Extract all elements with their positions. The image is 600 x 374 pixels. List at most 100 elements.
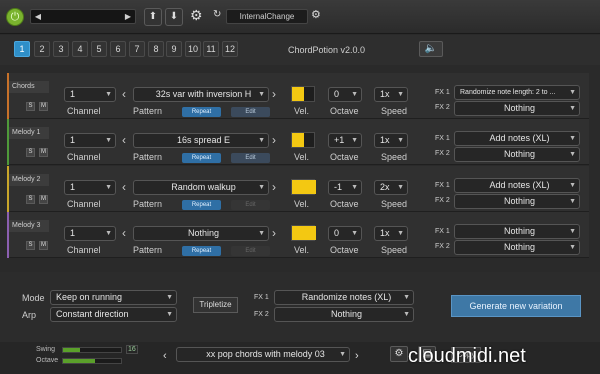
bank-button-10[interactable]: 10 xyxy=(185,41,201,57)
edit-button[interactable]: Edit xyxy=(231,153,270,163)
bank-button-8[interactable]: 8 xyxy=(148,41,164,57)
pattern-prev-icon[interactable]: ‹ xyxy=(122,227,126,239)
repeat-button[interactable]: Repeat xyxy=(182,107,221,117)
speed-dropdown[interactable]: 1x ▼ xyxy=(374,133,408,148)
arp-dropdown[interactable]: Constant direction ▼ xyxy=(50,307,177,322)
channel-label: Channel xyxy=(67,106,101,116)
pattern-dropdown[interactable]: Nothing ▼ xyxy=(133,226,269,241)
tripletize-button[interactable]: Tripletize xyxy=(193,297,238,313)
bank-button-5[interactable]: 5 xyxy=(91,41,107,57)
repeat-button[interactable]: Repeat xyxy=(182,200,221,210)
bank-button-3[interactable]: 3 xyxy=(53,41,69,57)
fx1-dropdown[interactable]: Add notes (XL) ▼ xyxy=(454,131,580,146)
pattern-prev-icon[interactable]: ‹ xyxy=(122,134,126,146)
status-settings-icon[interactable]: ⚙ xyxy=(311,8,321,21)
footer-gear-icon[interactable]: ⚙ xyxy=(390,346,408,362)
channel-value: 1 xyxy=(70,89,76,99)
channel-dropdown[interactable]: 1 ▼ xyxy=(64,226,116,241)
track-color-strip xyxy=(7,212,9,258)
bank-button-9[interactable]: 9 xyxy=(166,41,182,57)
mute-button[interactable]: M xyxy=(39,195,48,204)
pattern-dropdown[interactable]: 16s spread E ▼ xyxy=(133,133,269,148)
fx2-dropdown[interactable]: Nothing ▼ xyxy=(454,101,580,116)
power-icon[interactable]: ⏻ xyxy=(6,8,24,26)
channel-dropdown[interactable]: 1 ▼ xyxy=(64,87,116,102)
pattern-dropdown[interactable]: 32s var with inversion H ▼ xyxy=(133,87,269,102)
app-title: ChordPotion v2.0.0 xyxy=(288,45,366,55)
refresh-icon[interactable]: ↻ xyxy=(213,9,221,20)
pattern-next-icon[interactable]: › xyxy=(272,88,276,100)
solo-button[interactable]: S xyxy=(26,148,35,157)
preset-next-icon[interactable]: ▶ xyxy=(122,10,134,23)
fx2-dropdown[interactable]: Nothing ▼ xyxy=(454,147,580,162)
generate-variation-button[interactable]: Generate new variation xyxy=(451,295,581,317)
bank-button-4[interactable]: 4 xyxy=(72,41,88,57)
channel-label: Channel xyxy=(67,152,101,162)
mute-button[interactable]: M xyxy=(39,102,48,111)
speaker-icon[interactable]: 🔈 xyxy=(419,41,443,57)
progression-prev-icon[interactable]: ‹ xyxy=(163,350,167,362)
fx1-value: Nothing xyxy=(503,226,536,236)
fx1-label: FX 1 xyxy=(435,228,450,235)
fx1-dropdown[interactable]: Add notes (XL) ▼ xyxy=(454,178,580,193)
channel-dropdown[interactable]: 1 ▼ xyxy=(64,180,116,195)
velocity-label: Vel. xyxy=(294,199,310,209)
pattern-label: Pattern xyxy=(133,245,163,255)
pattern-dropdown[interactable]: Random walkup ▼ xyxy=(133,180,269,195)
octave-slider[interactable] xyxy=(62,358,122,364)
edit-button[interactable]: Edit xyxy=(231,107,270,117)
preset-prev-icon[interactable]: ◀ xyxy=(32,10,44,23)
chevron-down-icon: ▼ xyxy=(569,89,576,96)
mode-dropdown[interactable]: Keep on running ▼ xyxy=(50,290,177,305)
gear-icon[interactable]: ⚙ xyxy=(190,7,203,24)
solo-button[interactable]: S xyxy=(26,102,35,111)
mute-button[interactable]: M xyxy=(39,241,48,250)
velocity-label: Vel. xyxy=(294,152,310,162)
bank-button-1[interactable]: 1 xyxy=(14,41,30,57)
progression-dropdown[interactable]: xx pop chords with melody 03 ▼ xyxy=(176,347,350,362)
save-preset-icon[interactable]: ⬆ xyxy=(144,8,162,26)
octave-dropdown[interactable]: 0 ▼ xyxy=(328,226,362,241)
octave-dropdown[interactable]: 0 ▼ xyxy=(328,87,362,102)
global-fx2-dropdown[interactable]: Nothing ▼ xyxy=(274,307,414,322)
bank-button-7[interactable]: 7 xyxy=(129,41,145,57)
pattern-next-icon[interactable]: › xyxy=(272,134,276,146)
channel-dropdown[interactable]: 1 ▼ xyxy=(64,133,116,148)
swing-slider[interactable] xyxy=(62,347,122,353)
speed-dropdown[interactable]: 1x ▼ xyxy=(374,226,408,241)
pattern-prev-icon[interactable]: ‹ xyxy=(122,88,126,100)
bank-button-12[interactable]: 12 xyxy=(222,41,238,57)
fx2-label: FX 2 xyxy=(435,243,450,250)
preset-selector[interactable]: ◀ ▶ xyxy=(30,9,136,24)
solo-button[interactable]: S xyxy=(26,241,35,250)
mute-button[interactable]: M xyxy=(39,148,48,157)
pattern-prev-icon[interactable]: ‹ xyxy=(122,181,126,193)
fx2-label: FX 2 xyxy=(435,197,450,204)
fx2-dropdown[interactable]: Nothing ▼ xyxy=(454,194,580,209)
fx1-label: FX 1 xyxy=(435,182,450,189)
bank-button-11[interactable]: 11 xyxy=(203,41,219,57)
fx1-dropdown[interactable]: Randomize note length: 2 to ... ▼ xyxy=(454,85,580,100)
octave-value: +1 xyxy=(334,135,345,145)
speed-dropdown[interactable]: 1x ▼ xyxy=(374,87,408,102)
octave-dropdown[interactable]: +1 ▼ xyxy=(328,133,362,148)
octave-dropdown[interactable]: -1 ▼ xyxy=(328,180,362,195)
chevron-down-icon: ▼ xyxy=(569,105,576,112)
chevron-down-icon: ▼ xyxy=(258,230,265,237)
pattern-next-icon[interactable]: › xyxy=(272,227,276,239)
fx2-dropdown[interactable]: Nothing ▼ xyxy=(454,240,580,255)
octave-label: Octave xyxy=(330,199,359,209)
solo-button[interactable]: S xyxy=(26,195,35,204)
repeat-button[interactable]: Repeat xyxy=(182,246,221,256)
progression-next-icon[interactable]: › xyxy=(355,350,359,362)
load-preset-icon[interactable]: ⬇ xyxy=(165,8,183,26)
global-fx1-dropdown[interactable]: Randomize notes (XL) ▼ xyxy=(274,290,414,305)
bank-button-2[interactable]: 2 xyxy=(34,41,50,57)
velocity-fill xyxy=(292,180,316,194)
fx1-dropdown[interactable]: Nothing ▼ xyxy=(454,224,580,239)
repeat-button[interactable]: Repeat xyxy=(182,153,221,163)
bank-button-6[interactable]: 6 xyxy=(110,41,126,57)
chevron-down-icon: ▼ xyxy=(403,294,410,301)
pattern-next-icon[interactable]: › xyxy=(272,181,276,193)
speed-dropdown[interactable]: 2x ▼ xyxy=(374,180,408,195)
